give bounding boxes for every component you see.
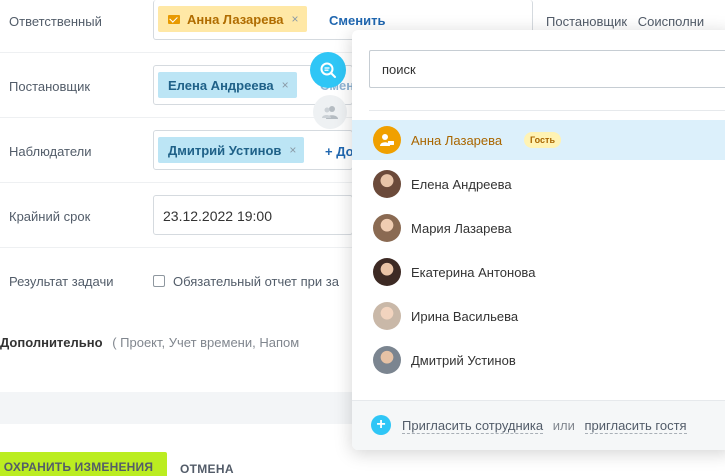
add-observer-button[interactable]: + До — [325, 144, 354, 159]
list-item[interactable]: Анна Лазарева Гость — [352, 120, 725, 160]
list-item[interactable]: Екатерина Антонова — [352, 252, 725, 292]
change-responsible-button[interactable]: Сменить — [329, 13, 385, 28]
popup-divider — [369, 110, 725, 111]
mail-icon — [168, 14, 180, 24]
observer-name: Дмитрий Устинов — [168, 142, 282, 158]
deadline-field[interactable]: 23.12.2022 19:00 — [153, 195, 353, 235]
or-text: или — [552, 418, 575, 433]
list-item[interactable]: Дмитрий Устинов — [352, 340, 725, 380]
avatar — [373, 170, 401, 198]
avatar — [373, 214, 401, 242]
additional-title[interactable]: Дополнительно — [0, 335, 103, 350]
cancel-button[interactable]: ОТМЕНА — [180, 462, 234, 476]
remove-icon[interactable]: × — [292, 12, 299, 26]
user-selector-popup: Анна Лазарева Гость Елена Андреева Мария… — [352, 30, 725, 450]
plus-icon[interactable]: + — [371, 415, 391, 435]
remove-icon[interactable]: × — [289, 143, 296, 157]
observers-field[interactable]: Дмитрий Устинов × — [153, 130, 353, 170]
creator-name: Елена Андреева — [168, 77, 274, 93]
observer-chip[interactable]: Дмитрий Устинов × — [158, 137, 305, 163]
group-circle-icon[interactable] — [313, 95, 347, 129]
additional-section[interactable]: Дополнительно ( Проект, Учет времени, На… — [0, 335, 299, 350]
invite-guest-link[interactable]: пригласить гостя — [584, 418, 687, 434]
guest-badge: Гость — [524, 132, 561, 148]
role-tabs: Постановщик Соисполни — [546, 14, 711, 29]
person-name: Ирина Васильева — [411, 308, 519, 324]
avatar — [373, 302, 401, 330]
deadline-value: 23.12.2022 19:00 — [163, 208, 272, 224]
observers-label: Наблюдатели — [9, 144, 92, 159]
invite-text: Пригласить сотрудника или пригласить гос… — [402, 418, 687, 434]
list-item[interactable]: Ирина Васильева — [352, 296, 725, 336]
person-name: Екатерина Антонова — [411, 264, 536, 280]
popup-footer: + Пригласить сотрудника или пригласить г… — [352, 400, 725, 450]
creator-chip[interactable]: Елена Андреева × — [158, 72, 297, 98]
avatar — [373, 346, 401, 374]
responsible-name: Анна Лазарева — [187, 11, 284, 27]
person-name: Дмитрий Устинов — [411, 352, 516, 368]
group-icon — [322, 106, 338, 119]
search-input[interactable] — [370, 51, 725, 87]
search-circle-icon[interactable] — [310, 52, 346, 88]
list-item[interactable]: Елена Андреева — [352, 164, 725, 204]
remove-icon[interactable]: × — [282, 78, 289, 92]
responsible-label: Ответственный — [9, 14, 102, 29]
tab-coexecutors[interactable]: Соисполни — [638, 14, 704, 29]
avatar — [373, 258, 401, 286]
creator-label: Постановщик — [9, 79, 91, 94]
required-report-checkbox[interactable] — [153, 275, 165, 287]
search-icon — [320, 62, 336, 78]
invite-employee-link[interactable]: Пригласить сотрудника — [402, 418, 544, 434]
search-box[interactable] — [369, 50, 725, 88]
person-name: Елена Андреева — [411, 176, 512, 192]
guest-avatar-icon — [373, 126, 401, 154]
responsible-chip[interactable]: Анна Лазарева × — [158, 6, 307, 32]
save-button[interactable]: ОХРАНИТЬ ИЗМЕНЕНИЯ — [0, 452, 167, 476]
tab-creator[interactable]: Постановщик — [546, 14, 627, 29]
person-name: Анна Лазарева — [411, 132, 503, 148]
list-item[interactable]: Мария Лазарева — [352, 208, 725, 248]
required-report-label: Обязательный отчет при за — [173, 274, 339, 289]
additional-options: ( Проект, Учет времени, Напом — [112, 335, 300, 350]
result-label: Результат задачи — [9, 274, 114, 289]
deadline-label: Крайний срок — [9, 209, 91, 224]
person-name: Мария Лазарева — [411, 220, 512, 236]
